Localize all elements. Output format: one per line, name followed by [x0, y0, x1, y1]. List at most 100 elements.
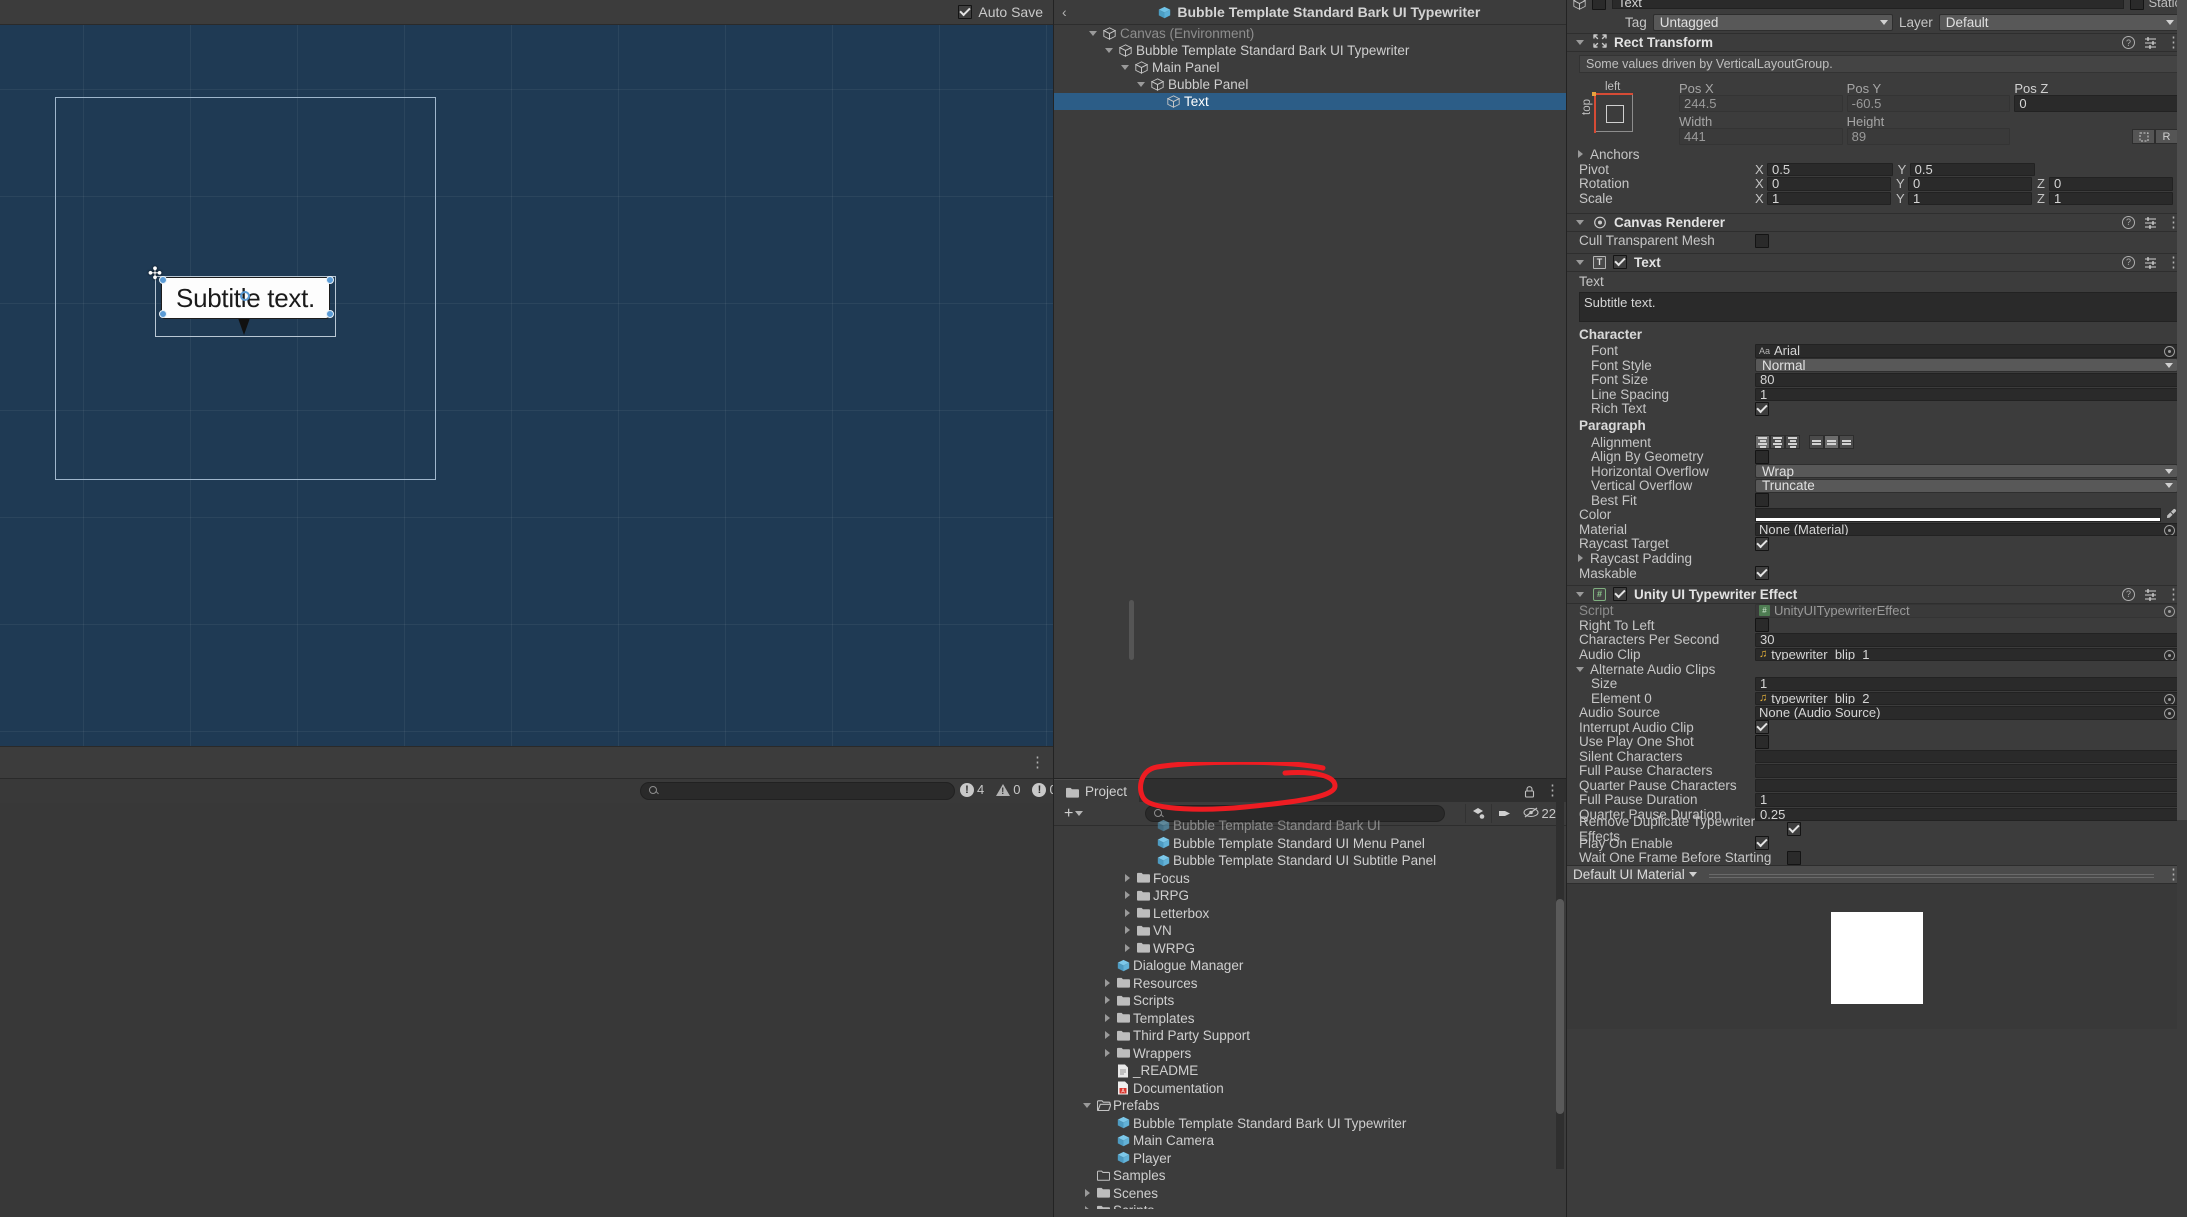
raycast-target-checkbox[interactable] [1755, 536, 1769, 551]
preset-icon[interactable] [2144, 256, 2157, 269]
silent-characters-input[interactable] [1755, 749, 2178, 763]
foldout-arrow-icon[interactable] [1104, 45, 1115, 56]
foldout-arrow-icon[interactable] [1122, 908, 1133, 919]
project-row[interactable]: VN [1054, 922, 1566, 940]
inspector-scrollbar-thumb[interactable] [2177, 0, 2187, 820]
tab-project[interactable]: Project [1054, 779, 1140, 802]
project-panel[interactable]: Project ⋮ + 22 Bubble Template Standard … [1053, 778, 1566, 1217]
raycast-padding-foldout[interactable]: Raycast Padding [1567, 551, 2187, 566]
project-row[interactable]: Letterbox [1054, 905, 1566, 923]
text-value-textarea[interactable]: Subtitle text. [1579, 291, 2178, 322]
audio-clip-object-field[interactable]: ♫ typewriter_blip_1 [1755, 647, 2178, 661]
foldout-arrow-icon[interactable] [1136, 79, 1147, 90]
best-fit-checkbox[interactable] [1755, 493, 1769, 508]
object-picker-icon[interactable] [2164, 524, 2175, 536]
help-icon[interactable]: ? [2122, 255, 2135, 269]
resize-handle-bottom-left[interactable] [159, 310, 167, 318]
audio-source-object-field[interactable]: None (Audio Source) [1755, 706, 2178, 720]
project-row[interactable]: Templates [1054, 1010, 1566, 1028]
foldout-arrow-icon[interactable] [1575, 37, 1586, 48]
hierarchy-row[interactable]: Main Panel [1054, 59, 1566, 76]
right-to-left-checkbox[interactable] [1755, 618, 1769, 633]
material-preview-name[interactable]: Default UI Material [1573, 867, 1697, 882]
panel-resize-handle[interactable] [1129, 600, 1134, 660]
project-row[interactable]: Bubble Template Standard Bark UI Typewri… [1054, 1115, 1566, 1133]
lock-icon[interactable] [1524, 785, 1535, 798]
rotation-y-input[interactable]: 0 [1908, 177, 2032, 191]
auto-save-checkbox[interactable] [958, 5, 973, 19]
project-row[interactable]: Samples [1054, 1167, 1566, 1185]
align-top-button[interactable] [1809, 435, 1824, 450]
foldout-arrow-icon[interactable] [1102, 978, 1113, 989]
play-on-enable-checkbox[interactable] [1755, 836, 1769, 851]
preset-icon[interactable] [2144, 36, 2157, 49]
maskable-checkbox[interactable] [1755, 566, 1769, 581]
font-style-dropdown[interactable]: Normal [1755, 358, 2178, 373]
inspector-panel[interactable]: Text Static Tag Untagged Layer Default R… [1566, 0, 2187, 1217]
back-arrow-icon[interactable]: ‹ [1054, 4, 1073, 20]
characters-per-second-input[interactable]: 30 [1755, 633, 2178, 647]
static-checkbox[interactable] [2130, 0, 2145, 10]
component-header-canvas-renderer[interactable]: Canvas Renderer ? ⋮ [1567, 212, 2187, 232]
text-component-enabled-checkbox[interactable] [1613, 255, 1627, 269]
static-toggle[interactable]: Static [2130, 0, 2181, 10]
font-size-input[interactable]: 80 [1755, 373, 2178, 387]
align-center-button[interactable] [1770, 435, 1785, 450]
warning-count[interactable]: 0 [991, 782, 1025, 797]
project-row[interactable]: Wrappers [1054, 1045, 1566, 1063]
console-search-input[interactable] [640, 782, 955, 800]
foldout-arrow-icon[interactable] [1102, 995, 1113, 1006]
foldout-arrow-icon[interactable] [1120, 62, 1131, 73]
component-header-text[interactable]: T Text ? ⋮ [1567, 252, 2187, 272]
foldout-arrow-icon[interactable] [1122, 873, 1133, 884]
foldout-arrow-icon[interactable] [1102, 1048, 1113, 1059]
hierarchy-row[interactable]: Text [1054, 93, 1566, 110]
scene-view[interactable]: Subtitle text. ✣ Auto Save ⋮ [0, 0, 1053, 778]
horizontal-overflow-dropdown[interactable]: Wrap [1755, 464, 2178, 479]
use-play-one-shot-checkbox[interactable] [1755, 734, 1769, 749]
project-row[interactable]: Scripts [1054, 1202, 1566, 1209]
help-icon[interactable]: ? [2122, 587, 2135, 601]
help-icon[interactable]: ? [2122, 215, 2135, 229]
gameobject-active-checkbox[interactable] [1592, 0, 1606, 10]
project-scrollbar-thumb[interactable] [1556, 899, 1564, 1114]
object-picker-icon[interactable] [2164, 346, 2175, 357]
project-scrollbar[interactable] [1556, 781, 1564, 1169]
foldout-arrow-icon[interactable] [1575, 664, 1586, 675]
foldout-arrow-icon[interactable] [1102, 1013, 1113, 1024]
project-row[interactable]: Player [1054, 1150, 1566, 1168]
project-row[interactable]: Scenes [1054, 1185, 1566, 1203]
component-header-rect-transform[interactable]: Rect Transform ? ⋮ [1567, 33, 2187, 52]
error-count[interactable]: ! 4 [955, 782, 989, 797]
project-tree[interactable]: Bubble Template Standard Bark UI Bubble T… [1054, 817, 1566, 1209]
vertical-overflow-dropdown[interactable]: Truncate [1755, 478, 2178, 493]
foldout-arrow-icon[interactable] [1575, 149, 1586, 160]
foldout-arrow-icon[interactable] [1122, 925, 1133, 936]
foldout-arrow-icon[interactable] [1082, 1205, 1093, 1209]
pivot-x-input[interactable]: 0.5 [1767, 162, 1893, 176]
component-header-typewriter[interactable]: # Unity UI Typewriter Effect ? ⋮ [1567, 584, 2187, 604]
align-middle-button[interactable] [1824, 435, 1839, 450]
foldout-arrow-icon[interactable] [1088, 28, 1099, 39]
project-row[interactable]: Bubble Template Standard UI Subtitle Pan… [1054, 852, 1566, 870]
align-bottom-button[interactable] [1839, 435, 1854, 450]
project-row[interactable]: Focus [1054, 870, 1566, 888]
material-object-field[interactable]: None (Material) [1755, 522, 2178, 536]
quarter-pause-duration-input[interactable]: 0.25 [1755, 807, 2178, 821]
rich-text-checkbox[interactable] [1755, 401, 1769, 416]
scene-options-kebab-icon[interactable]: ⋮ [1030, 755, 1045, 770]
resize-handle-bottom-right[interactable] [326, 310, 334, 318]
raw-edit-mode-button[interactable]: R [2155, 129, 2179, 144]
object-picker-icon[interactable] [2164, 708, 2175, 719]
width-input[interactable]: 441 [1679, 128, 1843, 145]
foldout-arrow-icon[interactable] [1575, 553, 1586, 564]
typewriter-enabled-checkbox[interactable] [1613, 587, 1627, 601]
array-size-input[interactable]: 1 [1755, 677, 2178, 691]
color-swatch-field[interactable] [1755, 508, 2161, 522]
pivot-handle[interactable] [240, 291, 250, 301]
rotation-x-input[interactable]: 0 [1767, 177, 1891, 191]
cull-transparent-mesh-checkbox[interactable] [1755, 233, 1769, 248]
move-tool-gizmo-icon[interactable]: ✣ [146, 265, 164, 283]
scale-x-input[interactable]: 1 [1767, 191, 1891, 205]
preset-icon[interactable] [2144, 588, 2157, 601]
